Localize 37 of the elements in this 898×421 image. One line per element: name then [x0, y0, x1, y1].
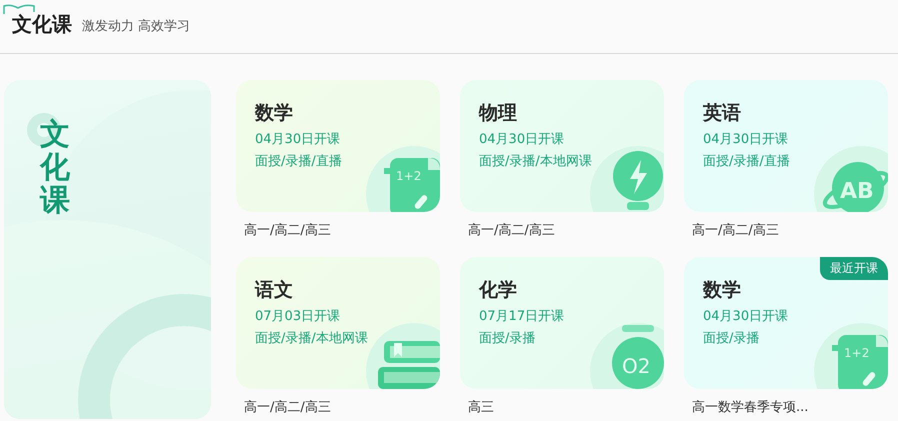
course-name: 语文 [255, 278, 294, 302]
grade-levels: 高一数学春季专项... [691, 398, 810, 416]
start-date: 04月30日开课 [479, 131, 566, 148]
course-name: 数学 [703, 278, 742, 302]
course-name: 英语 [703, 101, 742, 126]
grade-levels: 高三 [467, 398, 495, 416]
course-card[interactable]: AB 英语 04月30日开课 面授/录播/直播 [684, 80, 888, 212]
grade-levels: 高一/高二/高三 [467, 222, 556, 239]
course-modes: 面授/录播 [703, 330, 760, 346]
course-card[interactable]: 1+2 数学 04月30日开课 面授/录播 最近开课 [684, 256, 888, 388]
course-name: 数学 [255, 101, 294, 126]
course-name: 物理 [479, 101, 518, 126]
course-card[interactable]: 物理 04月30日开课 面授/录播/本地网课 [460, 80, 664, 212]
course-modes: 面授/录播 [479, 330, 536, 346]
course-modes: 面授/录播/直播 [255, 153, 343, 170]
start-date: 07月17日开课 [479, 308, 566, 324]
page-title: 文化课 [12, 14, 72, 34]
panel-title: 文化课 [40, 118, 70, 217]
course-modes: 面授/录播/直播 [703, 153, 791, 170]
grade-levels: 高一/高二/高三 [243, 398, 332, 416]
course-card[interactable]: 1+2 数学 04月30日开课 面授/录播/直播 [236, 80, 440, 212]
page-subtitle: 激发动力 高效学习 [82, 18, 190, 35]
grade-levels: 高一/高二/高三 [691, 222, 780, 239]
status-badge: 最近开课 [820, 256, 888, 280]
course-card[interactable]: 语文 07月03日开课 面授/录播/本地网课 [236, 256, 440, 388]
book-icon [3, 4, 35, 14]
course-modes: 面授/录播/本地网课 [479, 153, 593, 170]
course-name: 化学 [479, 278, 518, 302]
books-icon [378, 340, 440, 388]
start-date: 07月03日开课 [255, 308, 342, 324]
course-card[interactable]: O2 化学 07月17日开课 面授/录播 [460, 256, 664, 388]
start-date: 04月30日开课 [703, 131, 790, 148]
course-modes: 面授/录播/本地网课 [255, 330, 369, 346]
start-date: 04月30日开课 [703, 308, 790, 324]
grade-levels: 高一/高二/高三 [243, 222, 332, 239]
start-date: 04月30日开课 [255, 131, 342, 148]
lightbulb-icon [612, 150, 664, 212]
